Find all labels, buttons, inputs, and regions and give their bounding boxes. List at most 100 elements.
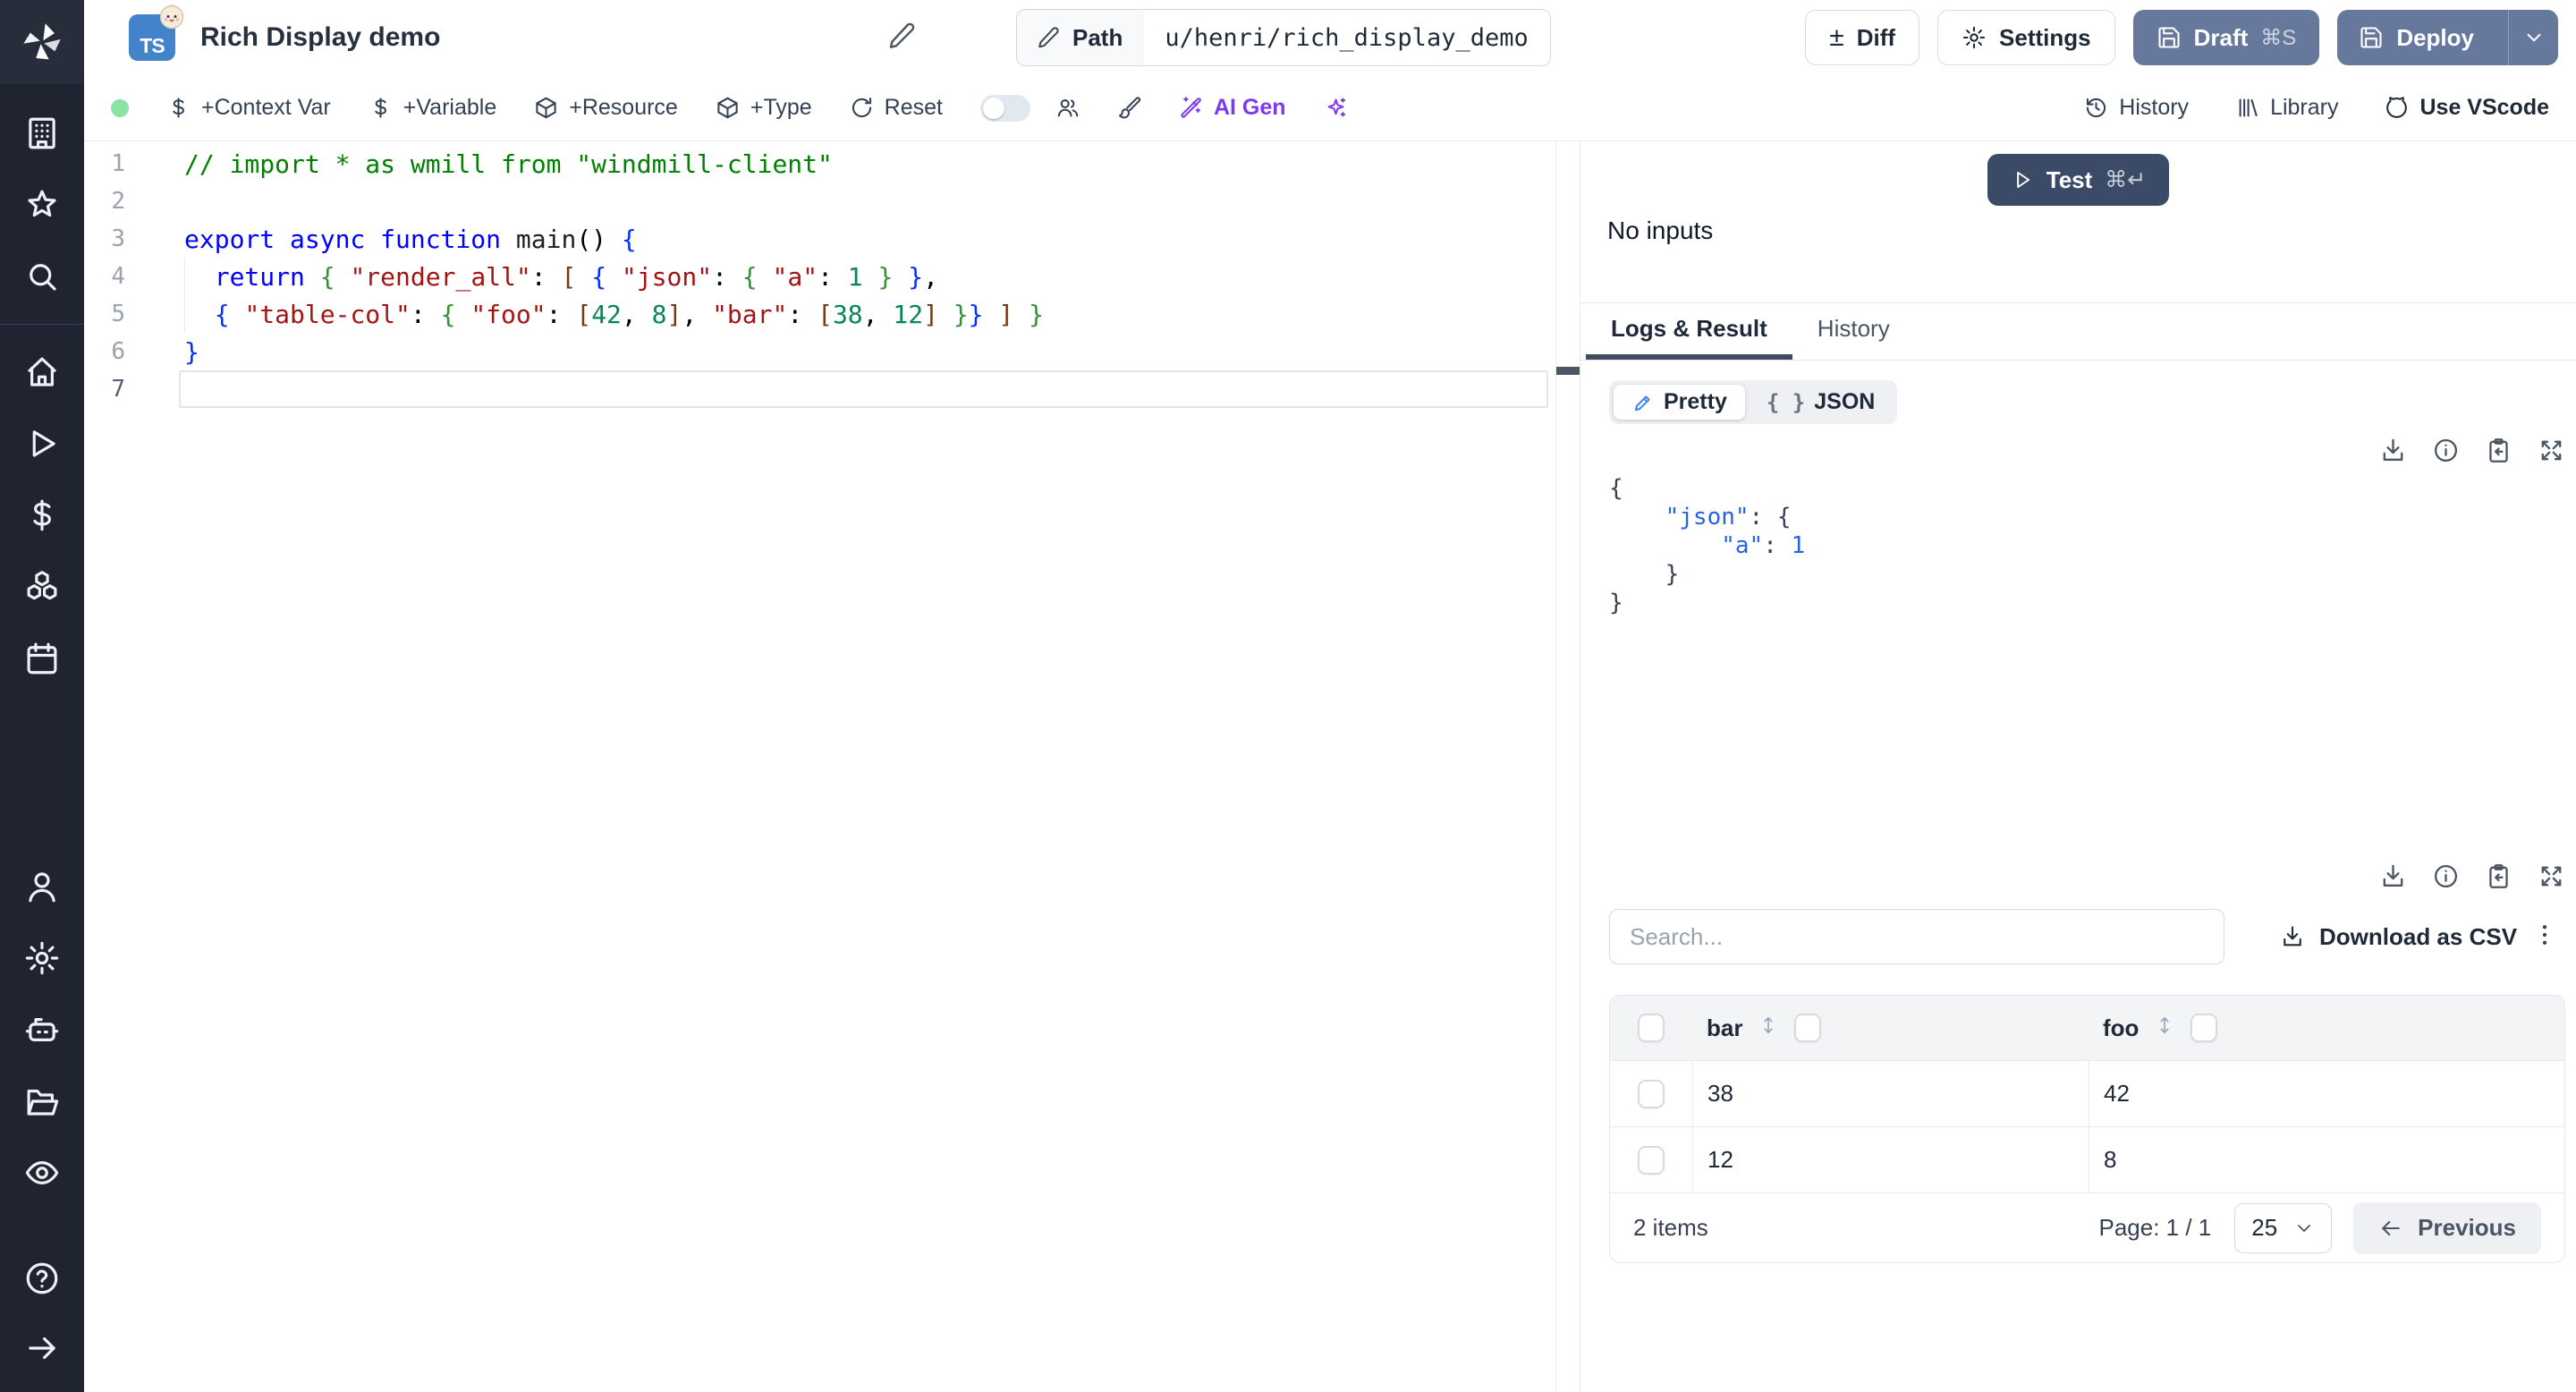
resources-boxes-icon[interactable]	[21, 566, 63, 607]
sort-icon[interactable]	[2153, 1014, 2176, 1043]
plus-minus-icon: ±	[1829, 22, 1844, 52]
code-line[interactable]: 3 export async function main() {	[84, 220, 1555, 258]
path-editor[interactable]: Path u/henri/rich_display_demo	[1016, 9, 1551, 66]
previous-page-button[interactable]: Previous	[2353, 1201, 2541, 1254]
diff-mode-toggle[interactable]	[979, 94, 1030, 122]
library-label: Library	[2270, 95, 2339, 120]
variables-dollar-icon[interactable]	[21, 495, 63, 536]
test-shortcut: ⌘↵	[2105, 167, 2147, 192]
page-size-select[interactable]: 25	[2234, 1202, 2333, 1253]
vscode-icon	[2386, 97, 2408, 118]
column-header-foo[interactable]: foo	[2103, 1014, 2139, 1042]
expand-sidebar-arrow-icon[interactable]	[21, 1328, 63, 1369]
draft-button[interactable]: Draft ⌘S	[2132, 10, 2320, 65]
clipboard-copy-icon[interactable]	[2485, 862, 2512, 890]
column-filter-checkbox[interactable]	[1794, 1014, 1822, 1042]
table-menu-kebab-icon[interactable]	[2531, 921, 2558, 953]
row-checkbox[interactable]	[1638, 1079, 1665, 1108]
ai-sparkles-button[interactable]	[1324, 96, 1348, 120]
runs-play-icon[interactable]	[21, 423, 63, 464]
add-resource-button[interactable]: +Resource	[534, 95, 678, 121]
path-label: Path	[1072, 23, 1123, 51]
expand-icon[interactable]	[2538, 437, 2565, 464]
code-line[interactable]: 4 return { "render_all": [ { "json": { "…	[84, 258, 1555, 295]
user-icon[interactable]	[21, 866, 63, 907]
reset-label: Reset	[884, 95, 943, 120]
code-line[interactable]: 6}	[84, 333, 1555, 370]
cell-bar: 12	[1692, 1127, 2089, 1193]
path-value[interactable]: u/henri/rich_display_demo	[1143, 10, 1549, 65]
format-brush-button[interactable]	[1117, 96, 1141, 120]
code-line[interactable]: 7	[84, 370, 1555, 408]
view-pretty[interactable]: Pretty	[1614, 385, 1745, 420]
view-json-label: JSON	[1814, 389, 1876, 414]
code-line[interactable]: 1// import * as wmill from "windmill-cli…	[84, 145, 1555, 182]
code-line: }	[1609, 590, 1623, 616]
download-csv-button[interactable]: Download as CSV	[2280, 923, 2517, 951]
column-filter-checkbox[interactable]	[2190, 1014, 2218, 1042]
deploy-button[interactable]: Deploy	[2337, 10, 2558, 65]
items-count: 2 items	[1633, 1214, 1708, 1241]
row-checkbox[interactable]	[1638, 1145, 1665, 1175]
help-icon[interactable]	[21, 1258, 63, 1299]
settings-gear-icon[interactable]	[21, 938, 63, 979]
sort-icon[interactable]	[1757, 1014, 1780, 1043]
collaborators-button[interactable]	[1055, 96, 1080, 120]
library-button[interactable]: Library	[2235, 95, 2338, 121]
ai-gen-button[interactable]: AI Gen	[1179, 95, 1286, 121]
test-button[interactable]: Test ⌘↵	[1987, 154, 2170, 206]
workers-bot-icon[interactable]	[21, 1009, 63, 1050]
code-line[interactable]: 2	[84, 182, 1555, 220]
package-icon	[717, 97, 738, 119]
panel-splitter[interactable]	[1555, 141, 1580, 1392]
folders-icon[interactable]	[21, 1081, 63, 1122]
table-search-input[interactable]	[1609, 909, 2224, 964]
schedules-calendar-icon[interactable]	[21, 638, 63, 679]
add-variable-label: +Variable	[402, 95, 497, 120]
draft-shortcut: ⌘S	[2260, 25, 2297, 50]
info-icon[interactable]	[2432, 437, 2460, 464]
table-row[interactable]: 12 8	[1610, 1126, 2564, 1193]
add-variable-button[interactable]: +Variable	[369, 95, 496, 121]
code-line[interactable]: 5 { "table-col": { "foo": [42, 8], "bar"…	[84, 295, 1555, 333]
clipboard-copy-icon[interactable]	[2485, 437, 2512, 464]
reset-button[interactable]: Reset	[850, 95, 943, 121]
history-button[interactable]: History	[2084, 95, 2189, 121]
search-icon[interactable]	[21, 256, 63, 297]
sparkles-icon	[1327, 98, 1345, 117]
path-label-segment[interactable]: Path	[1017, 10, 1144, 65]
run-panel: Test ⌘↵ No inputs Logs & Result History …	[1580, 141, 2576, 1392]
add-type-button[interactable]: +Type	[716, 95, 812, 121]
workspace-building-icon[interactable]	[21, 113, 63, 154]
view-pretty-label: Pretty	[1664, 389, 1727, 414]
result-table: bar foo 38 42 12 8 2 items Page: 1 / 1 2…	[1609, 995, 2565, 1263]
table-body: 38 42 12 8	[1610, 1060, 2564, 1193]
download-icon[interactable]	[2379, 437, 2407, 464]
windmill-logo[interactable]	[0, 0, 84, 84]
deploy-dropdown[interactable]	[2508, 10, 2558, 65]
settings-button[interactable]: Settings	[1937, 10, 2115, 65]
diff-button[interactable]: ± Diff	[1805, 10, 1920, 65]
home-icon[interactable]	[21, 352, 63, 393]
column-header-bar[interactable]: bar	[1707, 1014, 1742, 1042]
favorites-star-icon[interactable]	[21, 184, 63, 225]
table-row[interactable]: 38 42	[1610, 1060, 2564, 1126]
page-size-value: 25	[2251, 1214, 2278, 1241]
download-icon[interactable]	[2379, 862, 2407, 890]
audit-eye-icon[interactable]	[21, 1152, 63, 1193]
braces-icon: { }	[1766, 389, 1806, 415]
info-icon[interactable]	[2432, 862, 2460, 890]
add-context-var-button[interactable]: +Context Var	[166, 95, 331, 121]
pen-icon	[1634, 395, 1650, 411]
select-all-checkbox[interactable]	[1638, 1014, 1665, 1042]
splitter-handle[interactable]	[1556, 367, 1580, 375]
wand-icon	[1181, 97, 1201, 118]
tab-history[interactable]: History	[1792, 303, 1915, 360]
use-vscode-button[interactable]: Use VScode	[2385, 95, 2549, 121]
edit-summary-pencil-icon[interactable]	[887, 21, 916, 55]
app-window: TS Rich Display demo Path u/henri/rich_d…	[0, 0, 2576, 1392]
view-json[interactable]: { } JSON	[1749, 385, 1893, 420]
tab-logs-result[interactable]: Logs & Result	[1586, 303, 1792, 360]
expand-icon[interactable]	[2538, 862, 2565, 890]
code-editor[interactable]: 1// import * as wmill from "windmill-cli…	[84, 141, 1555, 1392]
